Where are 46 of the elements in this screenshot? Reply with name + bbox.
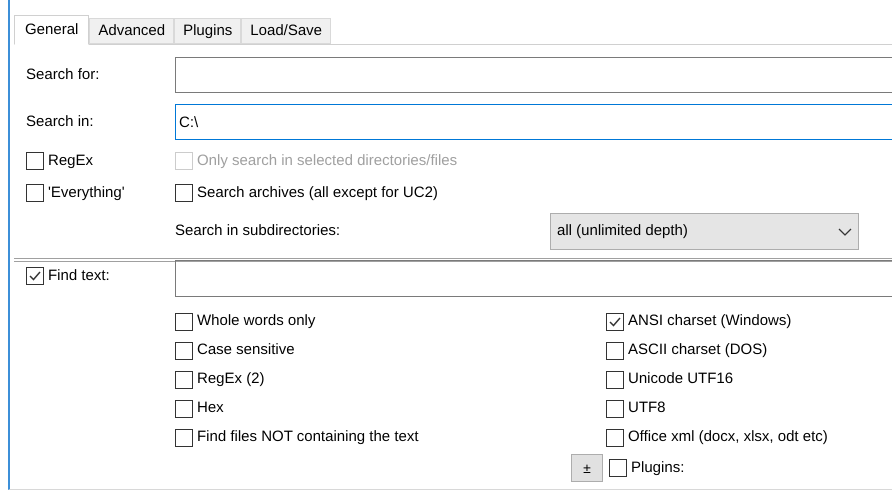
plus-minus-button[interactable]: ± (571, 454, 603, 482)
checkbox-label: Whole words only (197, 311, 316, 332)
checkbox[interactable] (26, 184, 44, 202)
checkbox[interactable] (609, 459, 627, 477)
checkbox[interactable] (175, 312, 193, 330)
checkbox-label: Case sensitive (197, 340, 295, 360)
input-field[interactable]: C:\ (175, 104, 892, 140)
checkbox-label: ANSI charset (Windows) (628, 311, 792, 332)
checkbox[interactable] (175, 428, 193, 446)
checkbox[interactable] (26, 152, 44, 170)
input-field[interactable] (175, 57, 892, 93)
checkbox-label: Office xml (docx, xlsx, odt etc) (628, 427, 828, 448)
checkbox-label: Find text: (48, 266, 110, 286)
field-label: Search in subdirectories: (175, 221, 342, 242)
tab[interactable]: General (14, 15, 90, 45)
checkbox-label: Find files NOT containing the text (197, 427, 418, 448)
checkbox[interactable] (606, 400, 624, 418)
checkbox[interactable] (175, 342, 193, 360)
checkbox[interactable] (606, 370, 624, 388)
field-label: Search in: (26, 112, 95, 132)
checkbox-label: Unicode UTF16 (628, 369, 734, 390)
tab[interactable]: Plugins (174, 18, 242, 44)
check-icon (28, 269, 42, 284)
tab[interactable]: Advanced (89, 18, 174, 44)
checkbox-label: UTF8 (628, 398, 666, 418)
dropdown[interactable]: all (unlimited depth) (550, 213, 859, 250)
checkbox[interactable] (175, 400, 193, 418)
checkbox-label: Search archives (all except for UC2) (197, 182, 438, 202)
checkbox[interactable] (606, 342, 624, 360)
checkbox-label: RegEx (48, 151, 94, 171)
checkbox-label: Plugins: (631, 458, 684, 478)
checkbox[interactable] (26, 267, 44, 286)
check-icon (608, 314, 622, 328)
checkbox-label: Only search in selected directories/files (197, 151, 458, 171)
chevron-down-icon (838, 228, 852, 236)
checkbox-label: ASCII charset (DOS) (628, 340, 768, 360)
checkbox-label: Hex (197, 398, 224, 418)
checkbox[interactable] (606, 312, 624, 330)
checkbox-label: 'Everything' (48, 182, 125, 202)
checkbox[interactable] (175, 370, 193, 388)
checkbox-label: RegEx (2) (197, 369, 265, 390)
field-label: Search for: (26, 64, 100, 85)
tab[interactable]: Load/Save (241, 18, 332, 44)
checkbox[interactable] (606, 428, 624, 446)
checkbox[interactable] (175, 184, 193, 202)
input-field[interactable] (175, 260, 892, 297)
